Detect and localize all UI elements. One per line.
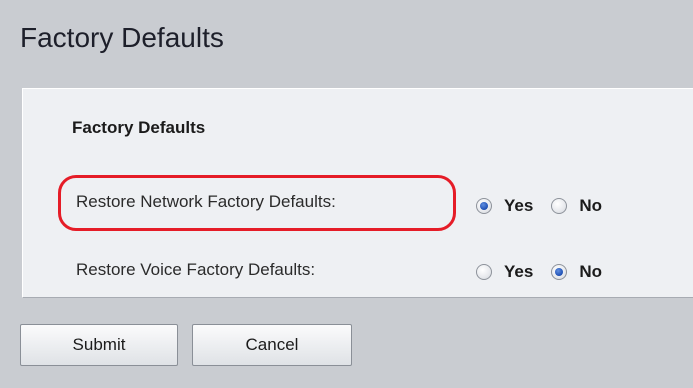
network-no-label[interactable]: No (579, 196, 602, 216)
submit-button[interactable]: Submit (20, 324, 178, 366)
cancel-button[interactable]: Cancel (192, 324, 352, 366)
page-title: Factory Defaults (20, 22, 224, 53)
voice-no-label[interactable]: No (579, 262, 602, 282)
network-yes-label[interactable]: Yes (504, 196, 533, 216)
restore-voice-defaults-radio-group: Yes No (476, 262, 602, 282)
section-title: Factory Defaults (72, 118, 206, 137)
voice-no-radio[interactable] (551, 264, 568, 280)
network-no-radio[interactable] (551, 198, 568, 214)
restore-network-defaults-label: Restore Network Factory Defaults: (76, 192, 336, 211)
restore-voice-defaults-label: Restore Voice Factory Defaults: (76, 260, 316, 279)
restore-network-defaults-radio-group: Yes No (476, 196, 602, 216)
voice-yes-radio[interactable] (476, 264, 492, 280)
voice-yes-label[interactable]: Yes (504, 262, 533, 282)
network-yes-radio[interactable] (476, 198, 492, 214)
